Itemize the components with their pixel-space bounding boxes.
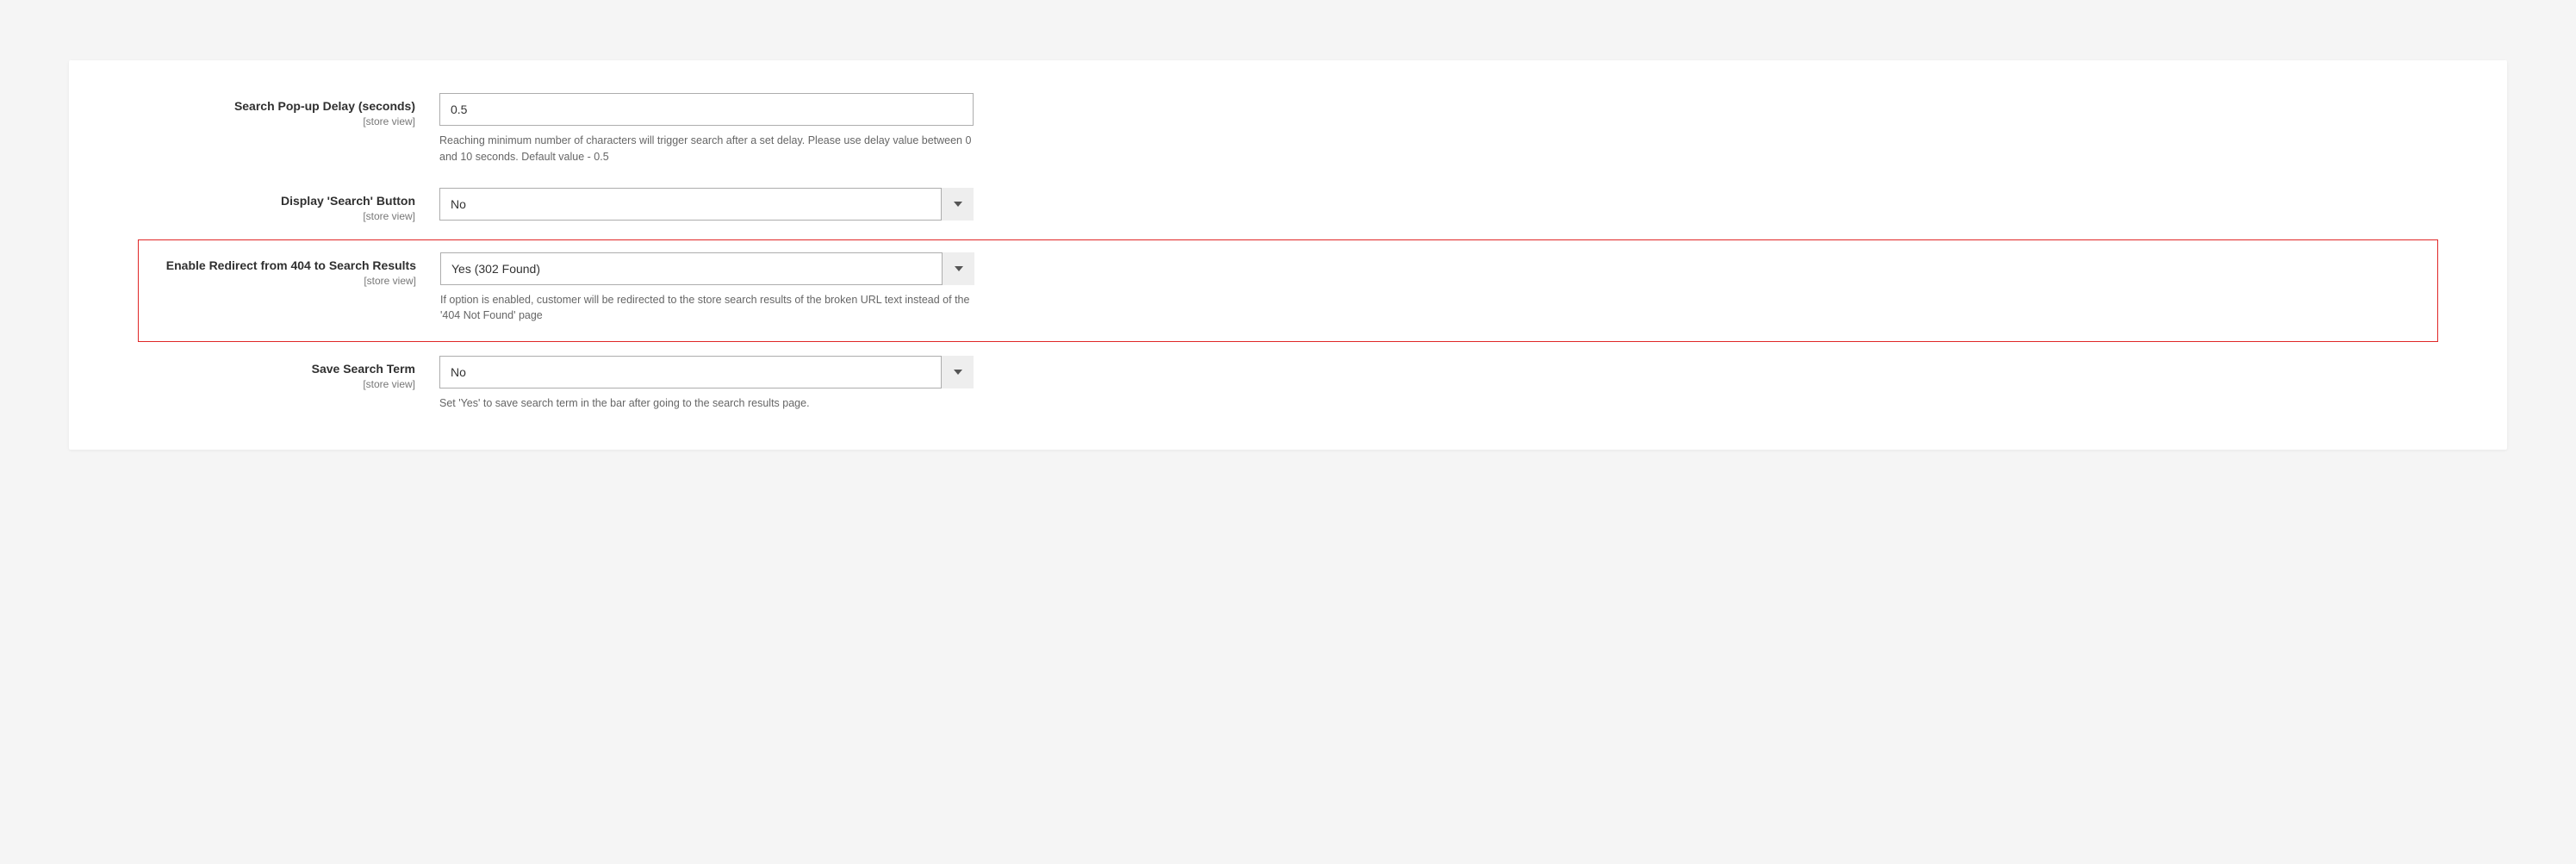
field-redirect-404: Enable Redirect from 404 to Search Resul… [138,239,2438,343]
field-display-search-button: Display 'Search' Button [store view] No [146,179,2430,236]
save-search-term-label: Save Search Term [312,362,415,376]
select-wrap: No [439,356,974,388]
popup-delay-input[interactable] [439,93,974,126]
scope-label: [store view] [146,378,415,390]
field-popup-delay: Search Pop-up Delay (seconds) [store vie… [146,84,2430,179]
label-col: Save Search Term [store view] [146,356,439,390]
redirect-404-help: If option is enabled, customer will be r… [440,292,974,325]
scope-label: [store view] [146,210,415,222]
popup-delay-help: Reaching minimum number of characters wi… [439,133,974,165]
display-search-button-label: Display 'Search' Button [281,194,415,208]
control-col: Reaching minimum number of characters wi… [439,93,974,165]
scope-label: [store view] [147,275,416,287]
save-search-term-help: Set 'Yes' to save search term in the bar… [439,395,974,412]
redirect-404-select[interactable]: Yes (302 Found) [440,252,974,285]
control-col: Yes (302 Found) If option is enabled, cu… [440,252,974,325]
save-search-term-select[interactable]: No [439,356,974,388]
control-col: No Set 'Yes' to save search term in the … [439,356,974,412]
redirect-404-label: Enable Redirect from 404 to Search Resul… [166,258,416,272]
field-save-search-term: Save Search Term [store view] No Set 'Ye… [146,347,2430,426]
display-search-button-select[interactable]: No [439,188,974,221]
label-col: Enable Redirect from 404 to Search Resul… [147,252,440,287]
label-col: Display 'Search' Button [store view] [146,188,439,222]
label-col: Search Pop-up Delay (seconds) [store vie… [146,93,439,127]
control-col: No [439,188,974,221]
popup-delay-label: Search Pop-up Delay (seconds) [234,99,415,113]
select-wrap: No [439,188,974,221]
scope-label: [store view] [146,115,415,127]
settings-panel: Search Pop-up Delay (seconds) [store vie… [69,60,2507,450]
select-wrap: Yes (302 Found) [440,252,974,285]
